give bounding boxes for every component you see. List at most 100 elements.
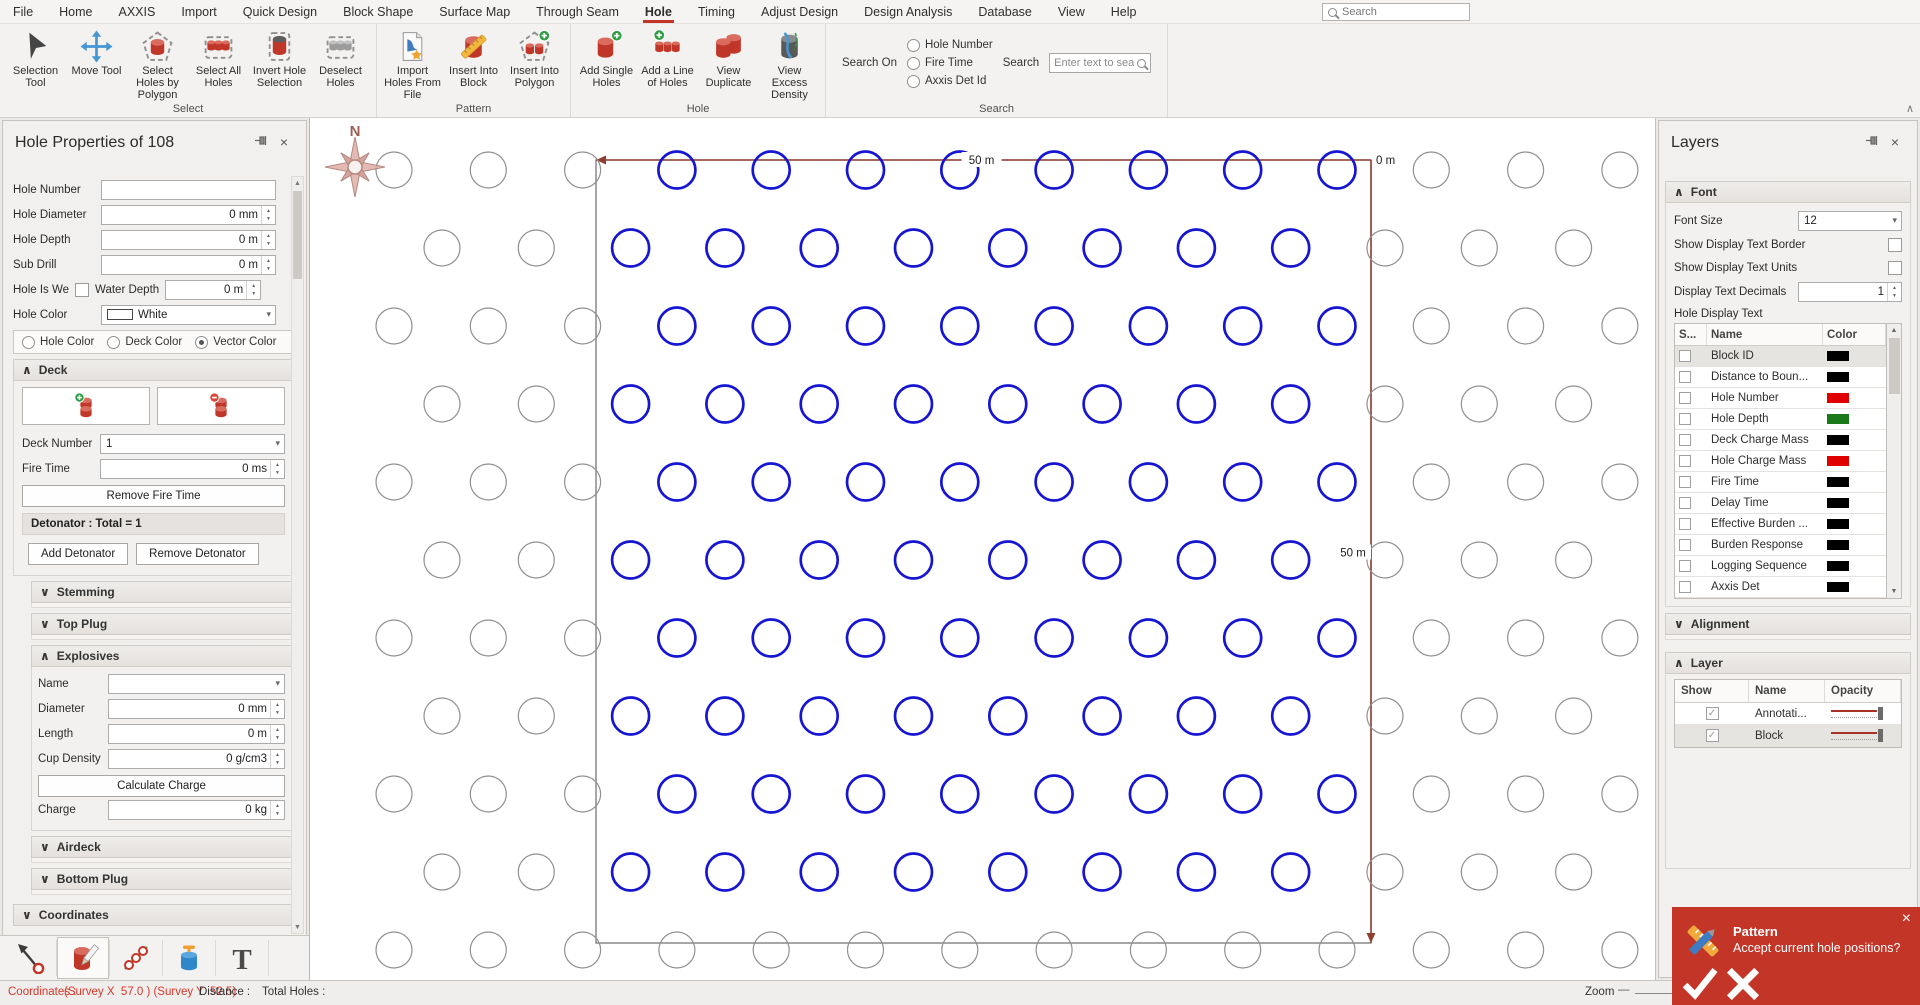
menu-timing[interactable]: Timing <box>685 0 748 23</box>
pin-icon[interactable] <box>1865 134 1885 147</box>
spinner[interactable]: ▲ ▼ <box>1887 282 1901 301</box>
menu-through-seam[interactable]: Through Seam <box>523 0 632 23</box>
blast-hole-selected[interactable] <box>751 462 792 502</box>
remove-detonator-button[interactable]: Remove Detonator <box>136 543 259 565</box>
decimals-input[interactable]: 1 ▲ ▼ <box>1798 281 1902 302</box>
blast-hole[interactable] <box>469 619 507 657</box>
remove-deck-button[interactable] <box>157 387 285 425</box>
blast-hole-selected[interactable] <box>610 384 651 424</box>
move-tool-button[interactable]: Move Tool <box>66 28 127 77</box>
blast-hole-selected[interactable] <box>1222 774 1263 814</box>
spinner[interactable]: ▲ ▼ <box>246 280 260 299</box>
line-of-holes-tool-button[interactable] <box>110 937 162 979</box>
blast-hole-selected[interactable] <box>1034 618 1074 658</box>
menu-view[interactable]: View <box>1045 0 1098 23</box>
blast-hole[interactable] <box>564 307 602 345</box>
selection-tool-button[interactable]: Selection Tool <box>5 28 66 89</box>
edit-hole-tool-button[interactable] <box>57 937 109 979</box>
scrollbar-thumb[interactable] <box>293 191 302 279</box>
blast-hole-selected[interactable] <box>751 150 792 190</box>
row-checkbox[interactable] <box>1675 476 1707 488</box>
row-color-swatch[interactable] <box>1823 561 1886 571</box>
column-header[interactable]: Color <box>1823 324 1886 345</box>
blast-hole-selected[interactable] <box>799 384 840 424</box>
zoom-slider[interactable] <box>1635 993 1673 994</box>
accept-button[interactable] <box>1680 963 1720 1003</box>
layer-show-checkbox[interactable]: ✓ <box>1675 729 1749 742</box>
blast-hole[interactable] <box>1412 931 1450 969</box>
pin-icon[interactable] <box>254 134 274 147</box>
blast-hole-selected[interactable] <box>1317 150 1357 190</box>
blast-hole-selected[interactable] <box>1317 306 1357 346</box>
radio-deck-color[interactable]: Deck Color <box>107 335 182 349</box>
blast-hole-selected[interactable] <box>657 774 697 814</box>
blast-hole-selected[interactable] <box>1317 462 1357 502</box>
blast-hole-selected[interactable] <box>1034 462 1074 502</box>
blast-hole-selected[interactable] <box>1082 228 1122 268</box>
blast-hole-selected[interactable] <box>1176 540 1217 580</box>
spinner[interactable]: ▲ ▼ <box>270 724 284 743</box>
blast-hole[interactable] <box>1035 931 1073 969</box>
section-layer[interactable]: ∧ Layer <box>1665 652 1911 674</box>
blast-hole-selected[interactable] <box>657 618 697 658</box>
blast-hole[interactable] <box>423 385 461 423</box>
blast-hole[interactable] <box>1129 931 1168 969</box>
blast-hole[interactable] <box>1412 151 1450 189</box>
blast-hole[interactable] <box>1506 463 1545 501</box>
menu-search-input[interactable]: Search <box>1322 3 1470 21</box>
blast-hole-selected[interactable] <box>1222 150 1263 190</box>
blast-hole[interactable] <box>517 385 555 423</box>
column-header[interactable]: Name <box>1749 680 1825 702</box>
blast-hole-selected[interactable] <box>1270 228 1311 268</box>
row-color-swatch[interactable] <box>1823 414 1886 424</box>
blast-hole[interactable] <box>1601 619 1639 657</box>
panel-scrollbar[interactable]: ▲ ▼ <box>291 176 304 934</box>
import-holes-from-file-button[interactable]: Import Holes From File <box>382 28 443 101</box>
row-checkbox[interactable] <box>1675 560 1707 572</box>
detonator-tool-button[interactable] <box>163 937 215 979</box>
layer-row[interactable]: ✓ Annotati... <box>1675 703 1901 725</box>
spinner[interactable]: ▲ ▼ <box>270 459 284 478</box>
row-checkbox[interactable] <box>1675 434 1707 446</box>
blast-hole[interactable] <box>1554 697 1593 735</box>
layer-show-checkbox[interactable]: ✓ <box>1675 707 1749 720</box>
blast-hole[interactable] <box>564 775 602 813</box>
menu-design-analysis[interactable]: Design Analysis <box>851 0 965 23</box>
blast-hole-selected[interactable] <box>1034 150 1074 190</box>
section-coordinates[interactable]: ∨ Coordinates <box>13 904 294 926</box>
select-all-holes-button[interactable]: Select All Holes <box>188 28 249 89</box>
blast-hole-selected[interactable] <box>1317 774 1357 814</box>
section-top-plug[interactable]: ∨ Top Plug <box>31 613 292 635</box>
blast-hole-selected[interactable] <box>987 384 1028 424</box>
blast-hole[interactable] <box>1506 307 1545 345</box>
blast-hole-selected[interactable] <box>1270 696 1311 736</box>
deck-number-dropdown[interactable]: 1 ▾ <box>100 433 285 454</box>
row-color-swatch[interactable] <box>1823 351 1886 361</box>
blast-hole-selected[interactable] <box>893 852 934 892</box>
section-deck[interactable]: ∧ Deck <box>13 359 294 381</box>
column-header[interactable]: Opacity <box>1825 680 1901 702</box>
section-alignment[interactable]: ∨ Alignment <box>1665 613 1911 635</box>
hole-color-dropdown[interactable]: White ▾ <box>101 304 276 325</box>
display-text-row[interactable]: Delay Time <box>1675 493 1886 514</box>
display-text-row[interactable]: Hole Depth <box>1675 409 1886 430</box>
blast-hole[interactable] <box>375 307 413 345</box>
blast-hole[interactable] <box>1506 619 1545 657</box>
blast-hole[interactable] <box>1366 385 1404 423</box>
blast-hole[interactable] <box>564 463 602 501</box>
hole-diameter-input[interactable]: 0 mm ▲ ▼ <box>101 204 276 225</box>
blast-hole-selected[interactable] <box>799 852 840 892</box>
row-color-swatch[interactable] <box>1823 582 1886 592</box>
font-size-dropdown[interactable]: 12 ▾ <box>1798 210 1902 231</box>
blast-hole-selected[interactable] <box>705 540 745 580</box>
add-a-line-of-holes-button[interactable]: Add a Line of Holes <box>637 28 698 89</box>
layer-opacity[interactable] <box>1825 728 1901 744</box>
blast-hole-selected[interactable] <box>705 228 745 268</box>
ribbon-search-input[interactable]: Enter text to sear... <box>1049 53 1152 73</box>
layer-opacity[interactable] <box>1825 706 1901 722</box>
display-text-row[interactable]: Deck Charge Mass <box>1675 430 1886 451</box>
blast-hole-selected[interactable] <box>1176 384 1217 424</box>
blast-hole[interactable] <box>564 931 602 969</box>
scroll-down-icon[interactable]: ▼ <box>294 921 301 933</box>
blast-hole-selected[interactable] <box>1082 540 1122 580</box>
